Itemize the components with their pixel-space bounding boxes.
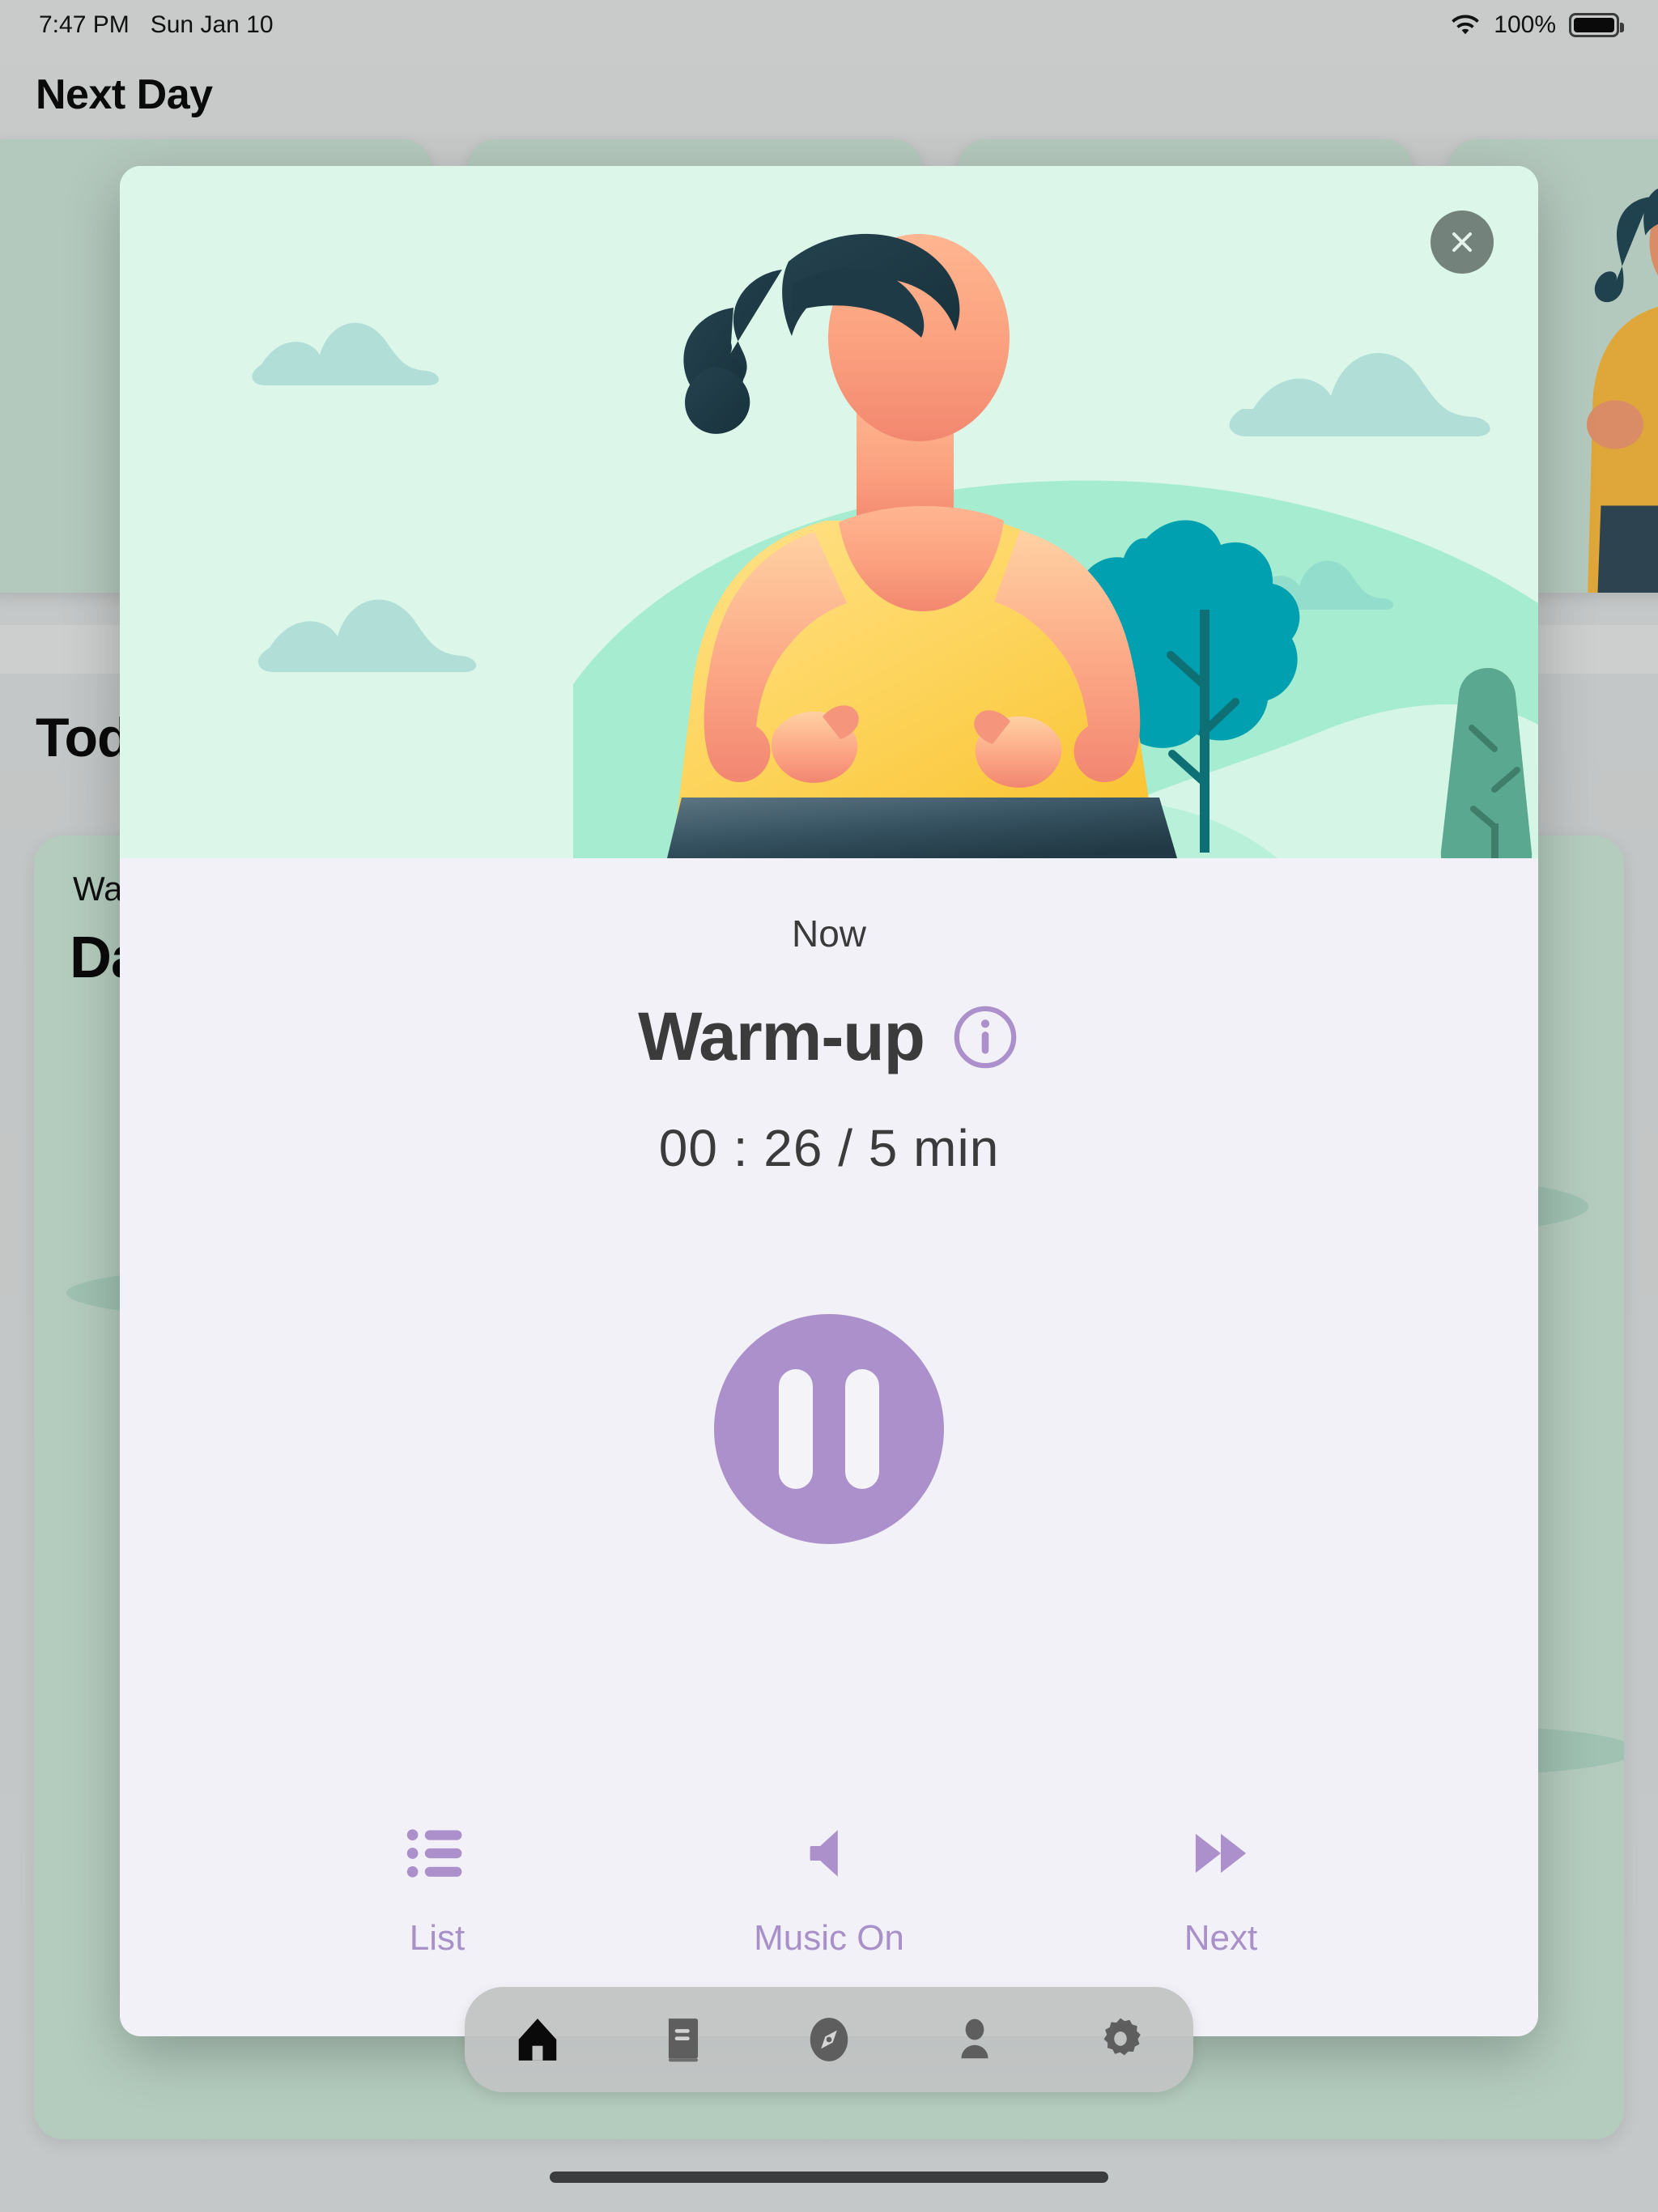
wifi-icon: [1450, 14, 1481, 36]
pause-button[interactable]: [714, 1314, 944, 1544]
exercise-title: Warm-up: [638, 998, 925, 1074]
page-title: Next Day: [36, 71, 213, 118]
status-bar-left: 7:47 PM Sun Jan 10: [39, 11, 274, 39]
fast-forward-icon: [1190, 1824, 1252, 1882]
exercise-title-row: Warm-up: [638, 998, 1020, 1076]
app-screen: 7:47 PM Sun Jan 10 100% Next Day Today N…: [0, 0, 1658, 2212]
hero-illustration: [120, 166, 1538, 858]
compass-icon: [810, 2018, 848, 2061]
running-woman-illustration: [120, 166, 1538, 858]
tab-explore[interactable]: [784, 1995, 874, 2084]
status-date: Sun Jan 10: [150, 11, 274, 38]
tab-library[interactable]: [639, 1995, 728, 2084]
tab-home[interactable]: [493, 1995, 582, 2084]
now-label: Now: [791, 912, 867, 955]
close-icon: [1452, 232, 1472, 252]
next-button[interactable]: Next: [1099, 1824, 1342, 1959]
pause-icon-bar-right: [845, 1369, 879, 1489]
workout-modal: Now Warm-up 00 : 26 / 5 min List Music O…: [120, 166, 1538, 2036]
list-icon: [406, 1824, 468, 1882]
gear-icon: [1103, 2018, 1141, 2056]
speaker-icon: [798, 1824, 860, 1882]
music-toggle-label: Music On: [754, 1918, 904, 1958]
status-time: 7:47 PM: [39, 11, 130, 38]
workout-timer: 00 : 26 / 5 min: [658, 1119, 1000, 1177]
bottom-tab-bar: [465, 1987, 1193, 2092]
tab-profile[interactable]: [930, 1995, 1019, 2084]
status-bar: 7:47 PM Sun Jan 10 100%: [0, 0, 1658, 50]
person-icon: [961, 2018, 988, 2059]
home-indicator[interactable]: [550, 2172, 1108, 2183]
pause-icon-bar-left: [779, 1369, 813, 1489]
workout-controls: List Music On Next: [120, 1824, 1538, 1959]
music-toggle-button[interactable]: Music On: [708, 1824, 950, 1959]
list-button[interactable]: List: [316, 1824, 559, 1959]
next-button-label: Next: [1184, 1918, 1258, 1958]
workout-control-panel: Now Warm-up 00 : 26 / 5 min List Music O…: [120, 858, 1538, 2036]
close-button[interactable]: [1431, 211, 1494, 274]
info-circle-icon[interactable]: [950, 1002, 1020, 1072]
tab-settings[interactable]: [1076, 1995, 1165, 2084]
status-bar-right: 100%: [1450, 11, 1624, 39]
battery-percent: 100%: [1494, 11, 1556, 38]
navbar: Next Day: [0, 50, 1658, 139]
home-icon: [518, 2018, 557, 2061]
list-button-label: List: [409, 1918, 466, 1958]
book-icon: [668, 2018, 699, 2062]
battery-icon: [1569, 13, 1624, 37]
